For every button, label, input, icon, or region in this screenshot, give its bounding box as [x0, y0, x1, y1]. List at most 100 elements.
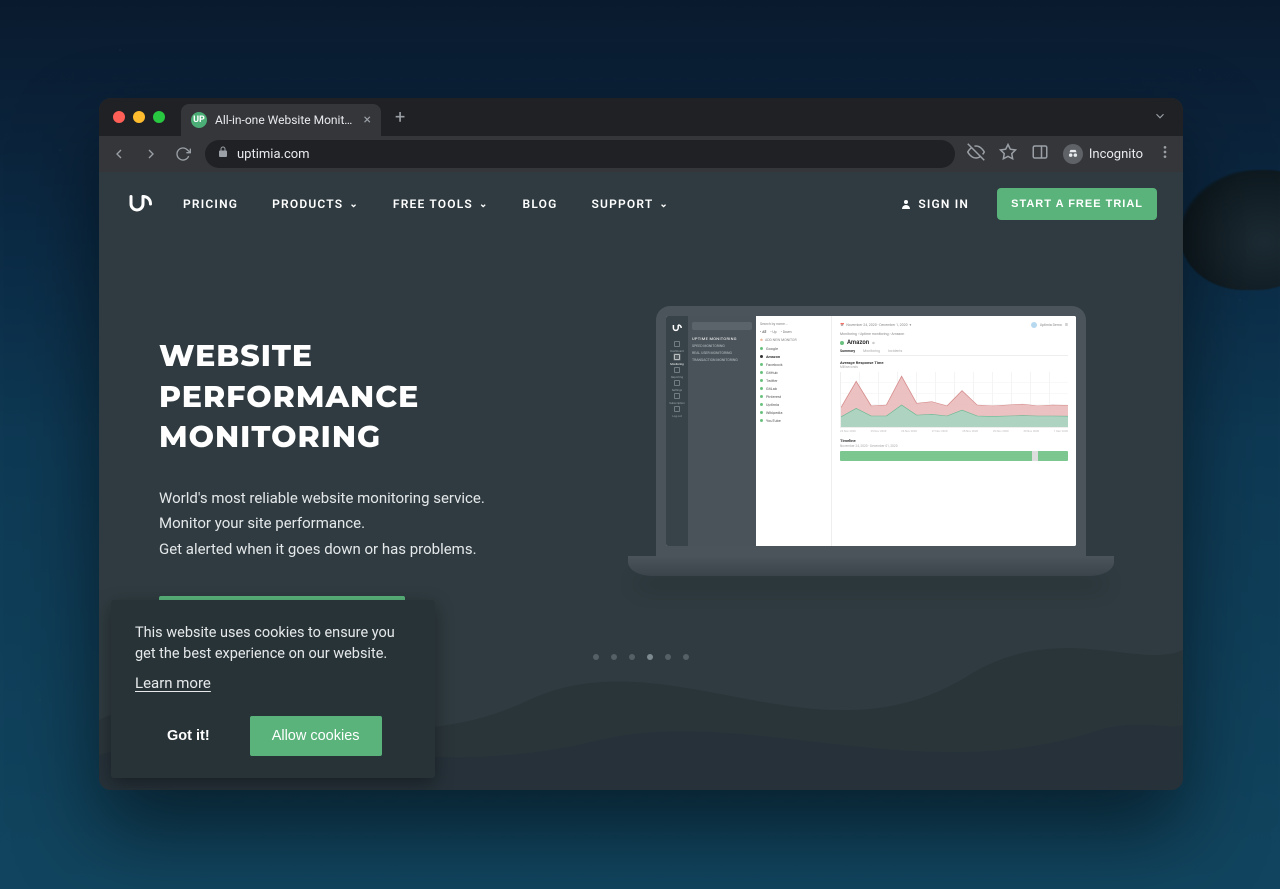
- tabs-menu-button[interactable]: [1147, 108, 1173, 127]
- nav-reload-button[interactable]: [173, 144, 193, 164]
- nav-free-tools[interactable]: FREE TOOLS⌄: [393, 197, 489, 211]
- incognito-chip[interactable]: Incognito: [1063, 144, 1143, 164]
- app-tabs: Summary Monitoring Incidents: [840, 349, 1068, 356]
- app-list-item: Pinterest: [760, 394, 827, 399]
- bookmark-star-icon[interactable]: [999, 143, 1017, 165]
- app-rail-item: Settings: [669, 379, 685, 392]
- carousel-dot[interactable]: [611, 654, 617, 660]
- response-time-chart: [840, 372, 1068, 428]
- site-navbar: PRICING PRODUCTS⌄ FREE TOOLS⌄ BLOG SUPPO…: [99, 172, 1183, 236]
- browser-tab[interactable]: UP All-in-one Website Monitoring ×: [181, 104, 381, 136]
- chevron-down-icon: ⌄: [659, 199, 669, 210]
- app-rail-item: Reporting: [669, 366, 685, 379]
- browser-menu-button[interactable]: [1157, 144, 1173, 164]
- app-main-panel: 📅 November 24, 2020 - December 1, 2020 ▾…: [832, 316, 1076, 546]
- app-list-item: Wikipedia: [760, 410, 827, 415]
- carousel-dot[interactable]: [629, 654, 635, 660]
- new-tab-button[interactable]: +: [389, 107, 411, 128]
- laptop-screen: DashboardMonitoringReportingSettingsSubs…: [656, 306, 1086, 556]
- app-list-item: Uptimia: [760, 402, 827, 407]
- carousel-dot[interactable]: [593, 654, 599, 660]
- hero-line: Monitor your site performance.: [159, 511, 579, 537]
- app-list-search-placeholder: Search by name...: [760, 322, 827, 326]
- app-sidebar-header: UPTIME MONITORING: [692, 336, 752, 341]
- app-tab-incidents: Incidents: [888, 349, 902, 353]
- app-filter-down: • Down: [781, 330, 792, 334]
- chart-x-labels: 24 Nov 202025 Nov 202026 Nov 202027 Nov …: [840, 429, 1068, 433]
- chevron-down-icon: ⌄: [479, 199, 489, 210]
- user-icon: [900, 198, 912, 210]
- app-breadcrumb: Monitoring › Uptime monitoring › Amazon: [840, 332, 1068, 336]
- timeline-subtitle: November 24, 2020 - December 01, 2020: [840, 444, 1068, 448]
- app-date-range: 📅 November 24, 2020 - December 1, 2020 ▾: [840, 323, 911, 327]
- status-dot-icon: [840, 341, 844, 345]
- app-user-label: Uptimia Demo: [1040, 323, 1062, 327]
- app-tab-monitoring: Monitoring: [863, 349, 880, 353]
- nav-products[interactable]: PRODUCTS⌄: [272, 197, 359, 211]
- cookie-allow-button[interactable]: Allow cookies: [250, 716, 382, 756]
- app-monitor-list: Search by name... • All• Up• Down ⊕ADD N…: [756, 316, 832, 546]
- app-filter-up: • Up: [770, 330, 776, 334]
- timeline-title: Timeline: [840, 438, 1068, 443]
- url-text: uptimia.com: [237, 147, 310, 162]
- window-minimize-button[interactable]: [133, 111, 145, 123]
- app-list-item: Google: [760, 346, 827, 351]
- app-list-item: Facebook: [760, 362, 827, 367]
- side-panel-icon[interactable]: [1031, 143, 1049, 165]
- app-sidebar-item: TRANSACTION MONITORING: [692, 358, 752, 362]
- app-search: [692, 322, 752, 330]
- tracking-eye-icon[interactable]: [967, 143, 985, 165]
- app-rail-item: Monitoring: [669, 353, 685, 366]
- lock-icon: [217, 146, 229, 162]
- cookie-dismiss-button[interactable]: Got it!: [167, 728, 210, 744]
- nav-blog[interactable]: BLOG: [523, 197, 558, 211]
- hero-title: WEBSITE PERFORMANCE MONITORING: [159, 336, 579, 458]
- carousel-dot[interactable]: [665, 654, 671, 660]
- app-monitor-title: Amazon ⚙: [840, 339, 1068, 346]
- nav-forward-button[interactable]: [141, 144, 161, 164]
- app-list-item: GitLab: [760, 386, 827, 391]
- site-logo[interactable]: [125, 189, 155, 219]
- carousel-dot[interactable]: [647, 654, 653, 660]
- app-rail-item: Log out: [669, 405, 685, 418]
- cookie-learn-more-link[interactable]: Learn more: [135, 674, 211, 692]
- hero-mockup: DashboardMonitoringReportingSettingsSubs…: [619, 336, 1123, 642]
- window-zoom-button[interactable]: [153, 111, 165, 123]
- nav-pricing[interactable]: PRICING: [183, 197, 238, 211]
- cookie-message: This website uses cookies to ensure you …: [135, 622, 411, 664]
- carousel-dot[interactable]: [683, 654, 689, 660]
- browser-tabbar: UP All-in-one Website Monitoring × +: [99, 98, 1183, 136]
- cookie-banner: This website uses cookies to ensure you …: [111, 600, 435, 778]
- start-trial-button[interactable]: START A FREE TRIAL: [997, 188, 1157, 220]
- toolbar-right-icons: Incognito: [967, 143, 1173, 165]
- signin-link[interactable]: SIGN IN: [900, 197, 969, 211]
- browser-toolbar: uptimia.com Incognito: [99, 136, 1183, 172]
- tab-close-button[interactable]: ×: [364, 112, 371, 128]
- chart-unit: Milliseconds: [840, 365, 1068, 369]
- hero-text: WEBSITE PERFORMANCE MONITORING World's m…: [159, 336, 579, 642]
- laptop-base: [628, 556, 1114, 576]
- app-screenshot: DashboardMonitoringReportingSettingsSubs…: [666, 316, 1076, 546]
- app-sidebar: UPTIME MONITORING SPEED MONITORINGREAL U…: [688, 316, 756, 546]
- browser-window: UP All-in-one Website Monitoring × + upt…: [99, 98, 1183, 790]
- app-add-monitor: ⊕ADD NEW MONITOR: [760, 338, 827, 342]
- chevron-down-icon: ⌄: [349, 199, 359, 210]
- app-tab-summary: Summary: [840, 349, 855, 353]
- tab-favicon: UP: [191, 112, 207, 128]
- hero-line: World's most reliable website monitoring…: [159, 486, 579, 512]
- nav-support[interactable]: SUPPORT⌄: [592, 197, 670, 211]
- address-bar[interactable]: uptimia.com: [205, 140, 955, 168]
- app-user-avatar-icon: [1031, 322, 1037, 328]
- tab-title: All-in-one Website Monitoring: [215, 113, 356, 127]
- page-content: PRICING PRODUCTS⌄ FREE TOOLS⌄ BLOG SUPPO…: [99, 172, 1183, 790]
- window-close-button[interactable]: [113, 111, 125, 123]
- laptop-mockup: DashboardMonitoringReportingSettingsSubs…: [656, 306, 1086, 576]
- app-sidebar-item: SPEED MONITORING: [692, 344, 752, 348]
- window-traffic-lights: [113, 111, 165, 123]
- app-rail: DashboardMonitoringReportingSettingsSubs…: [666, 316, 688, 546]
- app-list-filters: • All• Up• Down: [760, 330, 827, 334]
- app-list-item: Twitter: [760, 378, 827, 383]
- hero-line: Get alerted when it goes down or has pro…: [159, 537, 579, 563]
- nav-back-button[interactable]: [109, 144, 129, 164]
- nav-links: PRICING PRODUCTS⌄ FREE TOOLS⌄ BLOG SUPPO…: [183, 197, 669, 211]
